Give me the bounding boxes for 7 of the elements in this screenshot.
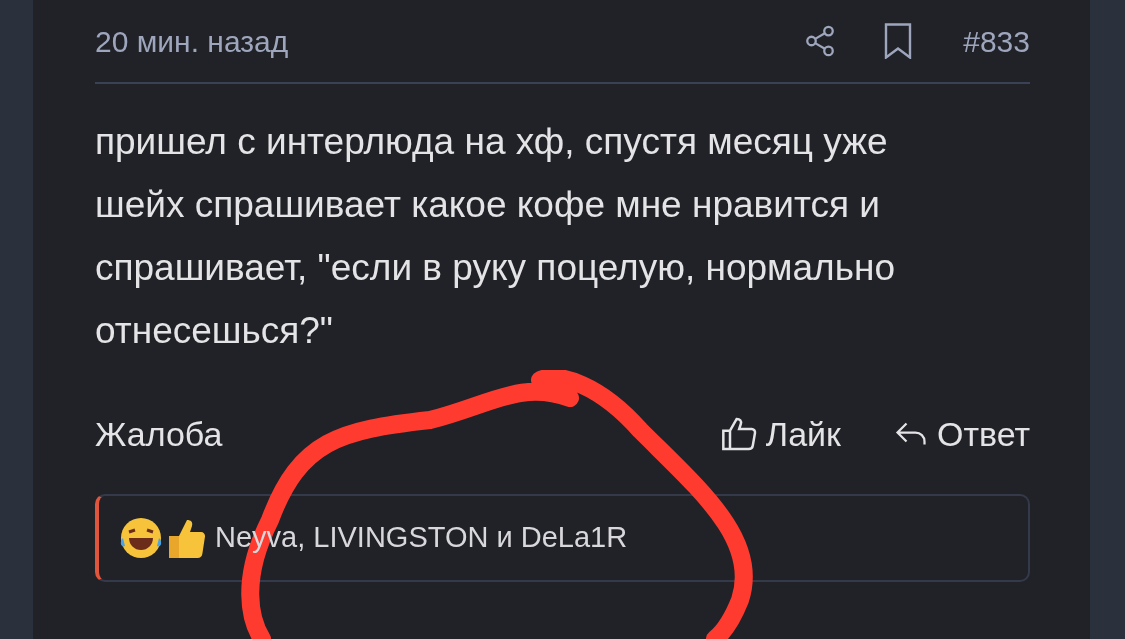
bookmark-icon[interactable] (883, 23, 914, 59)
reply-button[interactable]: Ответ (936, 408, 1030, 460)
like-button[interactable]: Лайк (765, 408, 841, 460)
post-text: пришел с интерлюда на хф, спустя месяц уже шейх спрашивает какое кофе мне нравится и спрашивает, "если в руку поцелую, нормально отнесешься?" (95, 120, 896, 353)
post-time: 20 мин. назад (95, 23, 289, 60)
report-button[interactable]: Жалоба (95, 408, 223, 460)
post-number[interactable]: #833 (963, 18, 1030, 64)
